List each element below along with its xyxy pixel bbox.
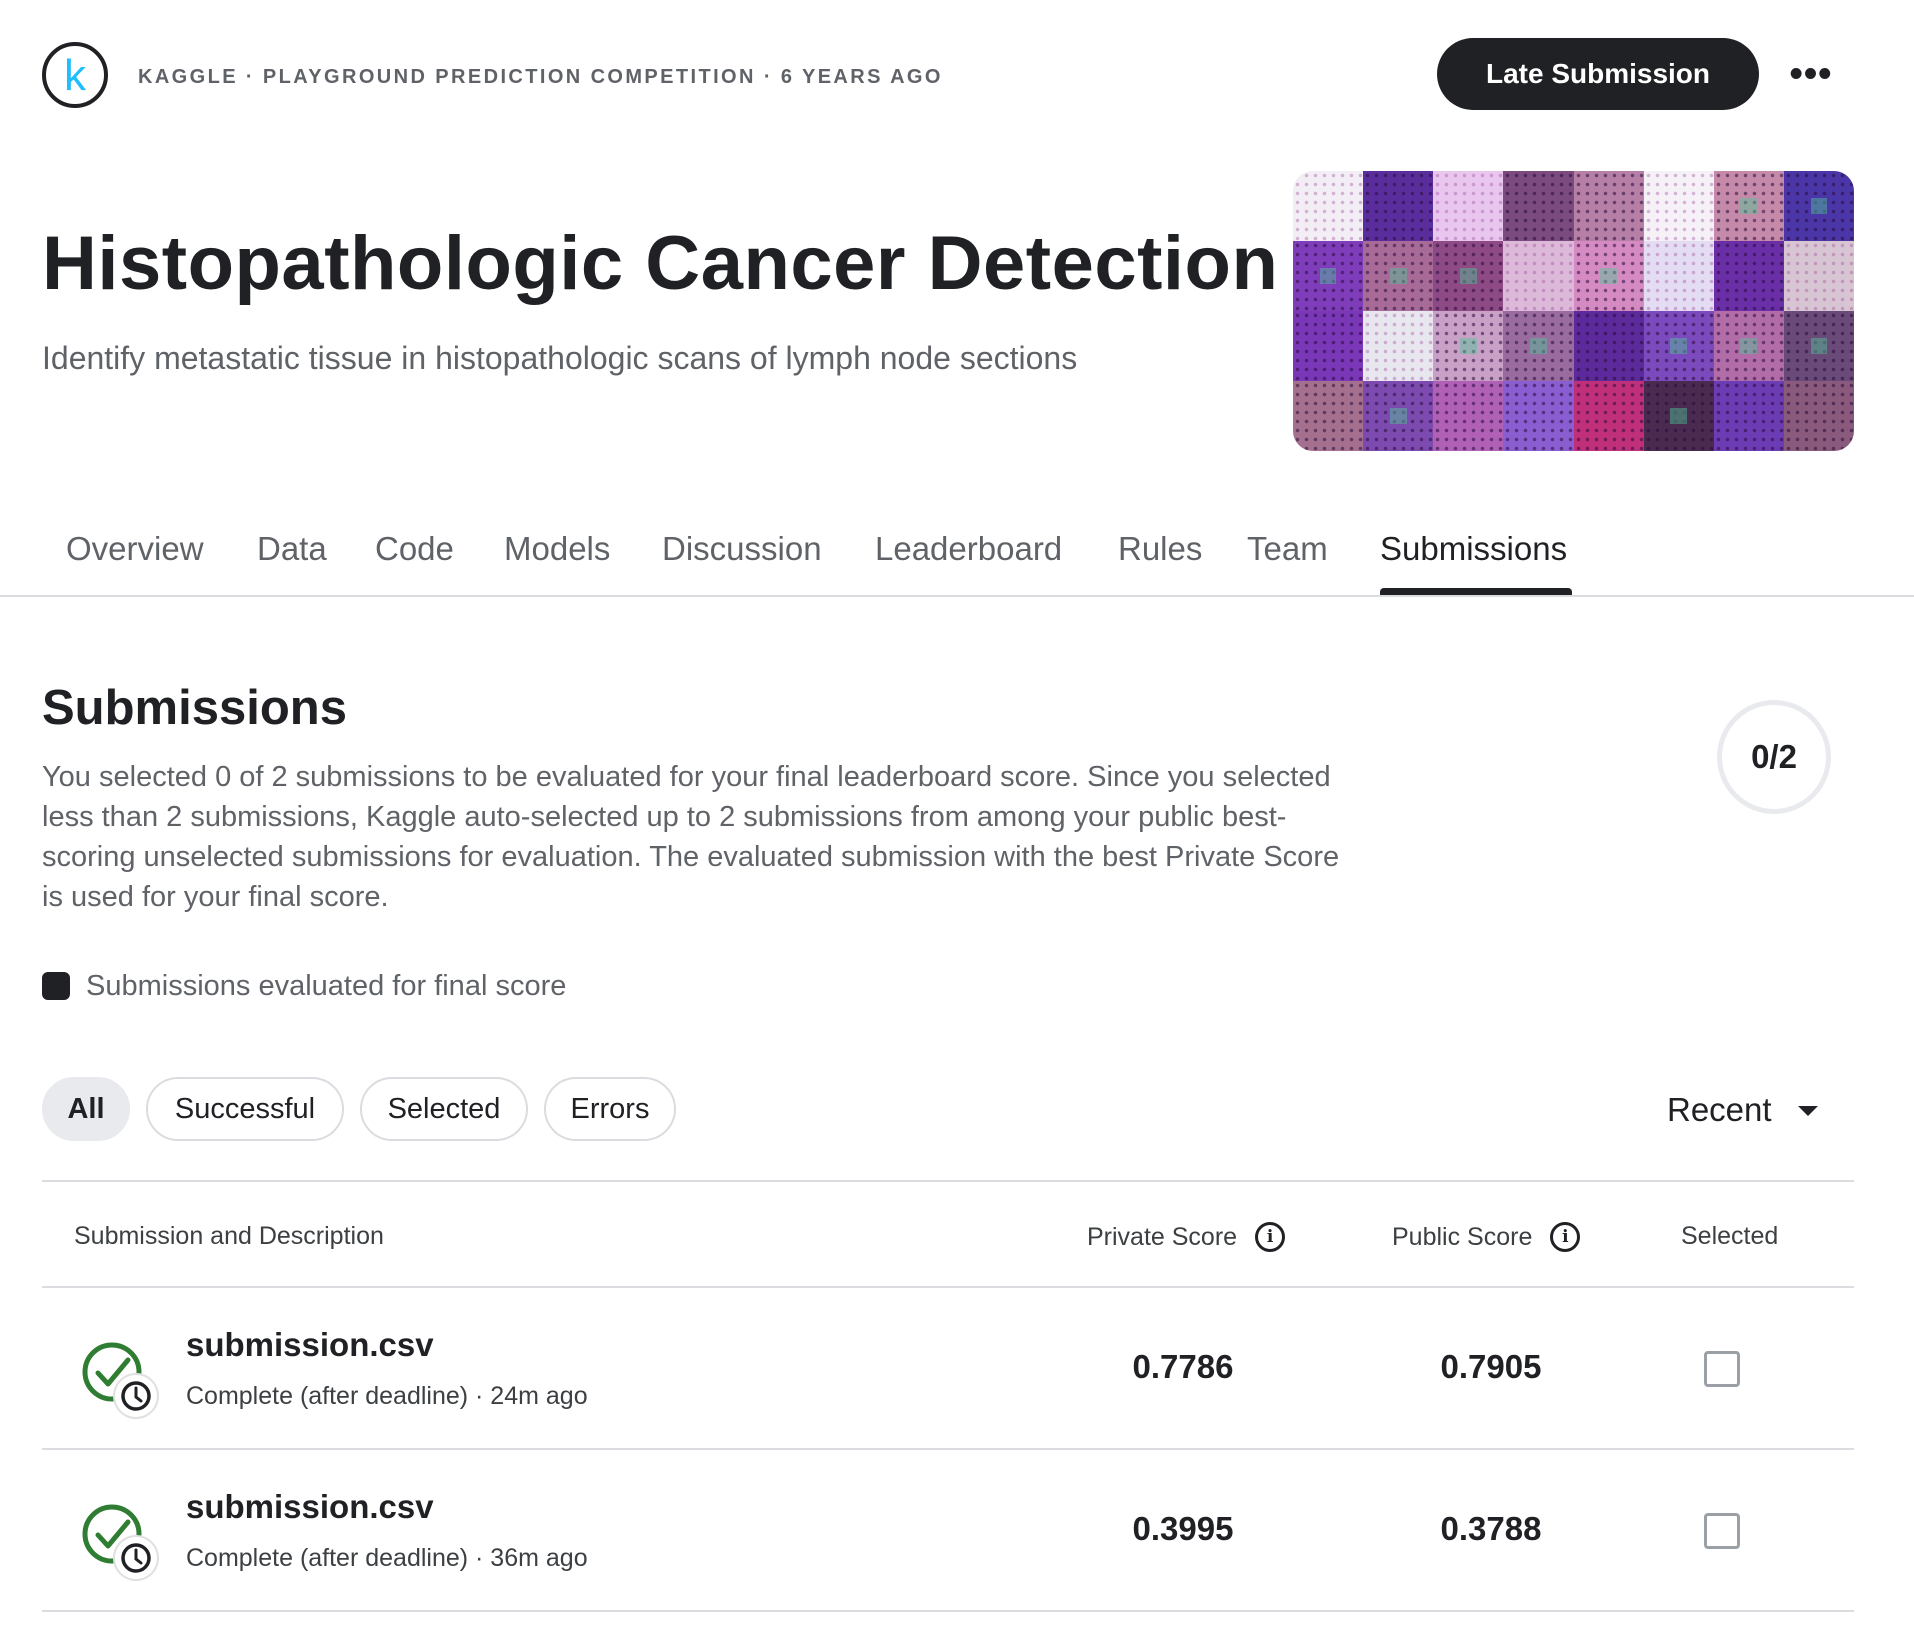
legend-swatch [42, 972, 70, 1000]
image-tile [1363, 241, 1434, 311]
page-subtitle: Identify metastatic tissue in histopatho… [42, 340, 1078, 376]
image-tile [1363, 381, 1434, 451]
image-tile [1433, 171, 1504, 241]
private-score-info-icon[interactable]: i [1255, 1222, 1286, 1252]
selected-counter: 0/2 [1717, 700, 1831, 814]
kaggle-logo[interactable]: k [42, 42, 108, 108]
header-private-score: Private Score i [1087, 1222, 1286, 1252]
image-tile [1503, 171, 1574, 241]
image-tile [1643, 241, 1714, 311]
table-row: submission.csv Complete (after deadline) … [42, 1450, 1854, 1610]
image-tile [1433, 381, 1504, 451]
page-title: Histopathologic Cancer Detection [42, 221, 1279, 306]
filter-chip-successful[interactable]: Successful [146, 1077, 344, 1141]
filter-chip-all[interactable]: All [42, 1077, 130, 1141]
table-row: submission.csv Complete (after deadline) … [42, 1288, 1854, 1448]
image-tile [1713, 381, 1785, 451]
check-clock-icon [78, 1500, 160, 1582]
header-selected: Selected [1681, 1222, 1779, 1250]
image-tile [1363, 311, 1434, 381]
image-tile [1503, 241, 1574, 311]
legend: Submissions evaluated for final score [42, 968, 566, 1004]
image-tile [1643, 171, 1714, 241]
tab-discussion[interactable]: Discussion [662, 530, 822, 568]
image-tile [1783, 241, 1854, 311]
image-tile [1433, 311, 1504, 381]
image-tile [1293, 311, 1364, 381]
image-tile [1783, 171, 1854, 241]
select-checkbox[interactable] [1704, 1513, 1740, 1549]
public-score: 0.3788 [1440, 1510, 1542, 1547]
tab-data[interactable]: Data [257, 530, 327, 568]
tab-rules[interactable]: Rules [1118, 530, 1202, 568]
competition-breadcrumb: KAGGLE · PLAYGROUND PREDICTION COMPETITI… [138, 66, 943, 88]
section-description: You selected 0 of 2 submissions to be ev… [42, 761, 1340, 913]
image-tile [1363, 171, 1434, 241]
image-tile [1503, 311, 1574, 381]
image-tile [1573, 381, 1644, 451]
image-tile [1293, 381, 1364, 451]
public-score: 0.7905 [1440, 1348, 1542, 1385]
public-score-info-icon[interactable]: i [1550, 1222, 1581, 1252]
filter-chip-errors[interactable]: Errors [544, 1077, 676, 1141]
tabs-divider [0, 595, 1914, 597]
more-options-icon[interactable]: ••• [1787, 50, 1835, 98]
row-divider [42, 1610, 1854, 1612]
top-bar: k KAGGLE · PLAYGROUND PREDICTION COMPETI… [42, 38, 1872, 112]
tab-models[interactable]: Models [504, 530, 610, 568]
image-tile [1713, 171, 1785, 241]
image-tile [1783, 381, 1854, 451]
select-checkbox[interactable] [1704, 1351, 1740, 1387]
section-title: Submissions [42, 681, 347, 735]
tab-leaderboard[interactable]: Leaderboard [875, 530, 1062, 568]
kaggle-submissions-page: k KAGGLE · PLAYGROUND PREDICTION COMPETI… [0, 0, 1914, 1646]
submission-name[interactable]: submission.csv [186, 1488, 434, 1526]
image-tile [1643, 381, 1714, 451]
late-submission-button[interactable]: Late Submission [1437, 38, 1759, 110]
tab-submissions[interactable]: Submissions [1380, 530, 1567, 568]
private-score: 0.3995 [1132, 1510, 1234, 1547]
image-tile [1503, 381, 1574, 451]
caret-down-icon [1797, 1106, 1818, 1116]
check-clock-icon [78, 1338, 160, 1420]
submission-status: Complete (after deadline) · 24m ago [186, 1382, 588, 1410]
tab-team[interactable]: Team [1247, 530, 1328, 568]
sort-label: Recent [1667, 1091, 1772, 1128]
tab-code[interactable]: Code [375, 530, 454, 568]
table-top-divider [42, 1180, 1854, 1182]
tab-overview[interactable]: Overview [66, 530, 204, 568]
header-public-score: Public Score i [1392, 1222, 1581, 1252]
image-tile [1293, 171, 1364, 241]
image-tile [1573, 171, 1644, 241]
competition-header-image [1293, 171, 1854, 451]
image-tile [1573, 311, 1644, 381]
competition-tabs: Overview Data Code Models Discussion Leaderbo… [42, 520, 1914, 596]
submission-name[interactable]: submission.csv [186, 1326, 434, 1364]
private-score: 0.7786 [1132, 1348, 1234, 1385]
header-submission: Submission and Description [74, 1222, 384, 1250]
image-tile [1713, 241, 1785, 311]
image-tile [1433, 241, 1504, 311]
image-tile [1783, 311, 1854, 381]
filter-chip-selected[interactable]: Selected [360, 1077, 528, 1141]
image-tile [1293, 241, 1364, 311]
image-tile [1713, 311, 1785, 381]
sort-dropdown[interactable]: Recent [1667, 1088, 1818, 1132]
submission-status: Complete (after deadline) · 36m ago [186, 1544, 588, 1572]
image-tile [1573, 241, 1644, 311]
image-tile [1643, 311, 1714, 381]
legend-label: Submissions evaluated for final score [86, 969, 567, 1002]
